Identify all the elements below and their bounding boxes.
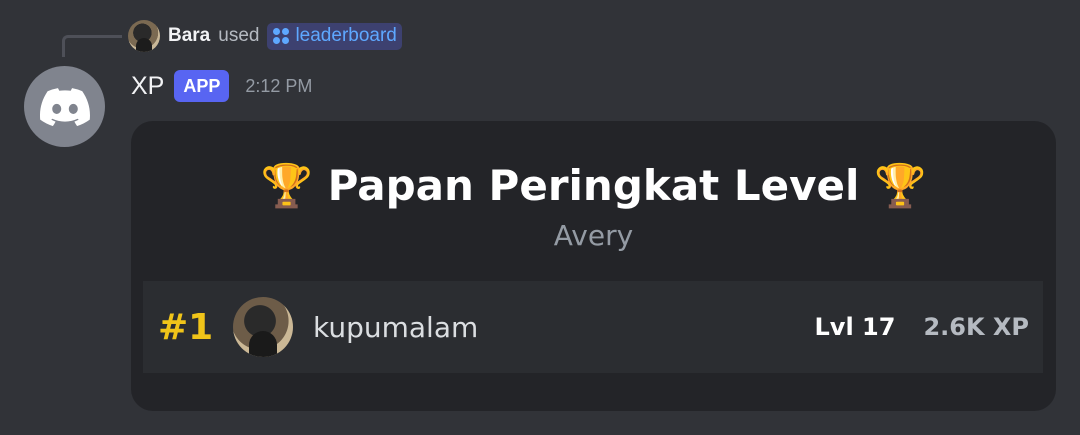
- interaction-used-label: used: [218, 25, 260, 46]
- app-badge: APP: [174, 70, 230, 102]
- member-xp: 2.6K XP: [923, 313, 1029, 341]
- command-name: leaderboard: [295, 25, 397, 46]
- message-header: XP APP 2:12 PM: [131, 68, 312, 104]
- rank-label: #1: [158, 306, 214, 348]
- member-level: Lvl 17: [814, 313, 896, 341]
- discord-logo-icon: [39, 87, 90, 126]
- leaderboard-row: #1 kupumalam Lvl 17 2.6K XP: [143, 281, 1043, 373]
- command-mention[interactable]: leaderboard: [267, 22, 402, 50]
- slash-command-icon: [272, 27, 290, 45]
- interaction-header: Bara used leaderboard: [128, 20, 402, 52]
- interaction-username[interactable]: Bara: [168, 25, 210, 47]
- reply-connector: [62, 35, 122, 57]
- leaderboard-embed: 🏆 Papan Peringkat Level 🏆 Avery #1 kupum…: [131, 121, 1056, 411]
- member-avatar: [233, 297, 293, 357]
- embed-subtitle: Avery: [553, 219, 634, 252]
- user-avatar[interactable]: [128, 20, 160, 52]
- message-timestamp: 2:12 PM: [245, 75, 313, 96]
- bot-name[interactable]: XP: [131, 72, 164, 101]
- bot-avatar[interactable]: [24, 66, 105, 147]
- embed-title: 🏆 Papan Peringkat Level 🏆: [260, 161, 927, 210]
- member-name: kupumalam: [313, 310, 479, 344]
